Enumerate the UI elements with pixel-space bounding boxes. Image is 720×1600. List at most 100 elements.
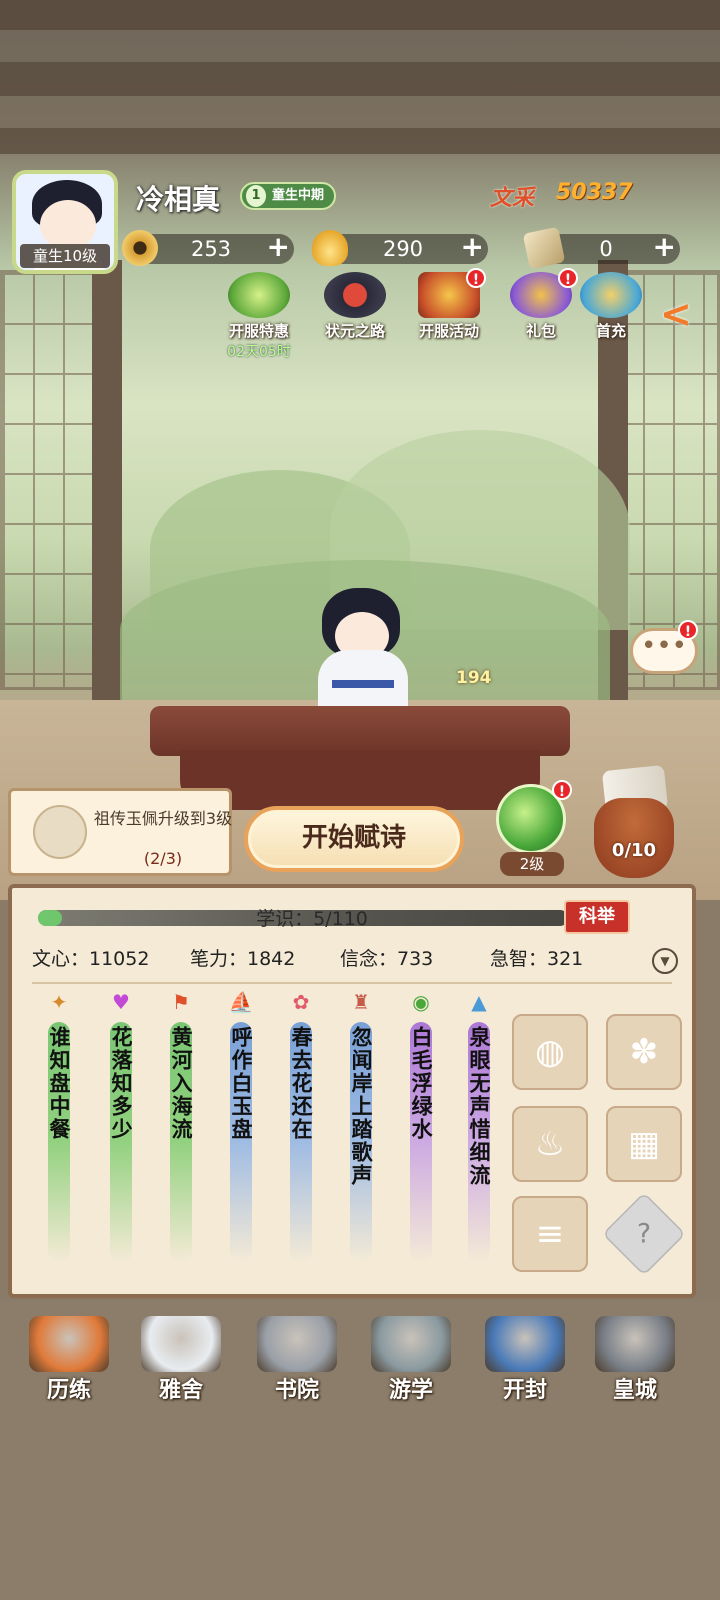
quest-tracker[interactable]: 祖传玉佩升级到3级 (2/3) (8, 788, 232, 876)
slot-glyph: ≡ (535, 1214, 565, 1254)
event-label: 开服特惠 (228, 322, 289, 340)
event-label: 状元之路 (324, 322, 385, 340)
nav-item[interactable]: 书院 (242, 1316, 352, 1412)
event-label: 开服活动 (418, 322, 479, 340)
knowledge-label: 学识：5/110 (256, 908, 368, 930)
collapse-events-button[interactable]: < (660, 292, 692, 336)
event-label: 首充 (595, 322, 626, 340)
roof-beam (0, 128, 720, 154)
dragon-statue-icon (595, 1316, 675, 1372)
player-level-label: 童生10级 (20, 244, 110, 268)
chevron-down-icon[interactable]: ▼ (652, 948, 678, 974)
paper-stack-count: 194 (456, 668, 492, 688)
copper-coin-icon (122, 230, 158, 266)
add-ingot-button[interactable]: + (461, 232, 484, 262)
roof-beam (0, 0, 720, 30)
poem-line-card[interactable]: ♥ 花落知多少 (104, 988, 138, 1278)
official-hat-icon (324, 272, 386, 318)
rank-label: 童生中期 (272, 188, 325, 203)
notification-badge: ! (678, 620, 698, 640)
stat-bili: 笔力：1842 (190, 948, 296, 970)
add-ticket-button[interactable]: + (653, 232, 676, 262)
heart-icon: ♥ (112, 990, 130, 1014)
resource-copper: 253 + (122, 230, 294, 266)
slot-glyph: ◍ (535, 1032, 565, 1072)
slot-glyph: ▦ (627, 1124, 661, 1164)
wencai-score: 文采 50337 (490, 178, 660, 212)
quest-progress: (2/3) (143, 849, 183, 868)
gift-box-icon (228, 272, 290, 318)
ink-stone-icon[interactable]: ◍ (512, 1014, 588, 1090)
imperial-exam-button[interactable]: 科举 (564, 900, 630, 934)
mountains-icon (371, 1316, 451, 1372)
poem-line-card[interactable]: ✿ 春去花还在 (284, 988, 318, 1278)
poem-line-text: 呼作白玉盘 (229, 1026, 254, 1141)
scroll-jar-icon[interactable] (594, 798, 674, 878)
paw-icon[interactable]: ✽ (606, 1014, 682, 1090)
poem-line-card[interactable]: ▲ 泉眼无声惜细流 (462, 988, 496, 1278)
ingot-amount: 290 (382, 237, 424, 261)
desk-base (180, 750, 540, 810)
nav-item[interactable]: 历练 (14, 1316, 124, 1412)
scroll-quill-icon (33, 805, 87, 859)
pillar (92, 260, 122, 710)
resource-ingot: 290 + (312, 230, 488, 266)
event-opening-activity[interactable]: 开服活动 ! (404, 268, 494, 341)
copper-amount: 253 (190, 237, 232, 261)
fan-brush-icon (29, 1316, 109, 1372)
poem-line-card[interactable]: ◉ 白毛浮绿水 (404, 988, 438, 1278)
poem-line-card[interactable]: ⚑ 黄河入海流 (164, 988, 198, 1278)
avatar-face (40, 200, 96, 250)
ticket-icon (522, 226, 566, 270)
stats-row: 文心：11052 笔力：1842 信念：733 急智：321 (32, 944, 662, 976)
nav-label: 开封 (502, 1377, 547, 1403)
quest-title: 祖传玉佩升级到3级 (93, 809, 233, 828)
player-name: 冷相真 (136, 183, 221, 216)
study-room-scene (0, 0, 720, 900)
poem-line-text: 谁知盘中餐 (47, 1026, 72, 1141)
first-recharge-icon (580, 272, 642, 318)
event-first-recharge[interactable]: 首充 (566, 272, 656, 341)
nav-item[interactable]: 雅舍 (126, 1316, 236, 1412)
wencai-value: 50337 (556, 180, 633, 205)
slot-glyph: ? (636, 1218, 652, 1250)
city-gate-icon (485, 1316, 565, 1372)
nav-label: 游学 (388, 1377, 433, 1403)
start-poem-button[interactable]: 开始赋诗 (244, 806, 464, 872)
unknown-icon[interactable]: ? (602, 1192, 686, 1276)
jade-level: 2级 (500, 852, 564, 876)
notification-badge: ! (466, 268, 486, 288)
grid-icon[interactable]: ▦ (606, 1106, 682, 1182)
poem-line-card[interactable]: ✦ 谁知盘中餐 (42, 988, 76, 1278)
rank-number: 1 (246, 185, 266, 207)
bowl-icon: ◉ (412, 990, 430, 1014)
rank-badge[interactable]: 1 童生中期 (240, 182, 337, 210)
incense-burner-icon[interactable]: ♨ (512, 1106, 588, 1182)
nav-label: 历练 (46, 1377, 91, 1403)
tower-icon: ♜ (352, 990, 370, 1014)
mountain-icon: ▲ (471, 990, 487, 1014)
nav-label: 书院 (274, 1377, 319, 1403)
nav-label: 雅舍 (158, 1377, 203, 1403)
poem-line-card[interactable]: ♜ 忽闻岸上踏歌声 (344, 988, 378, 1278)
scroll-icon[interactable]: ≡ (512, 1196, 588, 1272)
lotus-icon: ✿ (292, 990, 310, 1014)
bottom-nav: 历练 雅舍 书院 游学 开封 皇城 (0, 1300, 720, 1600)
nav-item[interactable]: 游学 (356, 1316, 466, 1412)
event-opening-deal[interactable]: 开服特惠 02天05时 (214, 272, 304, 361)
notification-badge: ! (552, 780, 572, 800)
nav-item[interactable]: 皇城 (580, 1316, 690, 1412)
add-copper-button[interactable]: + (267, 232, 290, 262)
resource-ticket: 0 + (522, 226, 680, 270)
poem-line-text: 花落知多少 (109, 1026, 134, 1141)
poem-line-text: 春去花还在 (289, 1026, 314, 1141)
poem-line-text: 白毛浮绿水 (409, 1026, 434, 1141)
sailboat-icon: ⛵ (228, 990, 254, 1014)
event-champion-road[interactable]: 状元之路 (310, 272, 400, 341)
wencai-label: 文采 (490, 186, 535, 211)
poem-line-text: 泉眼无声惜细流 (467, 1026, 492, 1187)
poem-line-text: 黄河入海流 (169, 1026, 194, 1141)
slot-glyph: ✽ (629, 1032, 659, 1072)
nav-item[interactable]: 开封 (470, 1316, 580, 1412)
poem-line-card[interactable]: ⛵ 呼作白玉盘 (224, 988, 258, 1278)
